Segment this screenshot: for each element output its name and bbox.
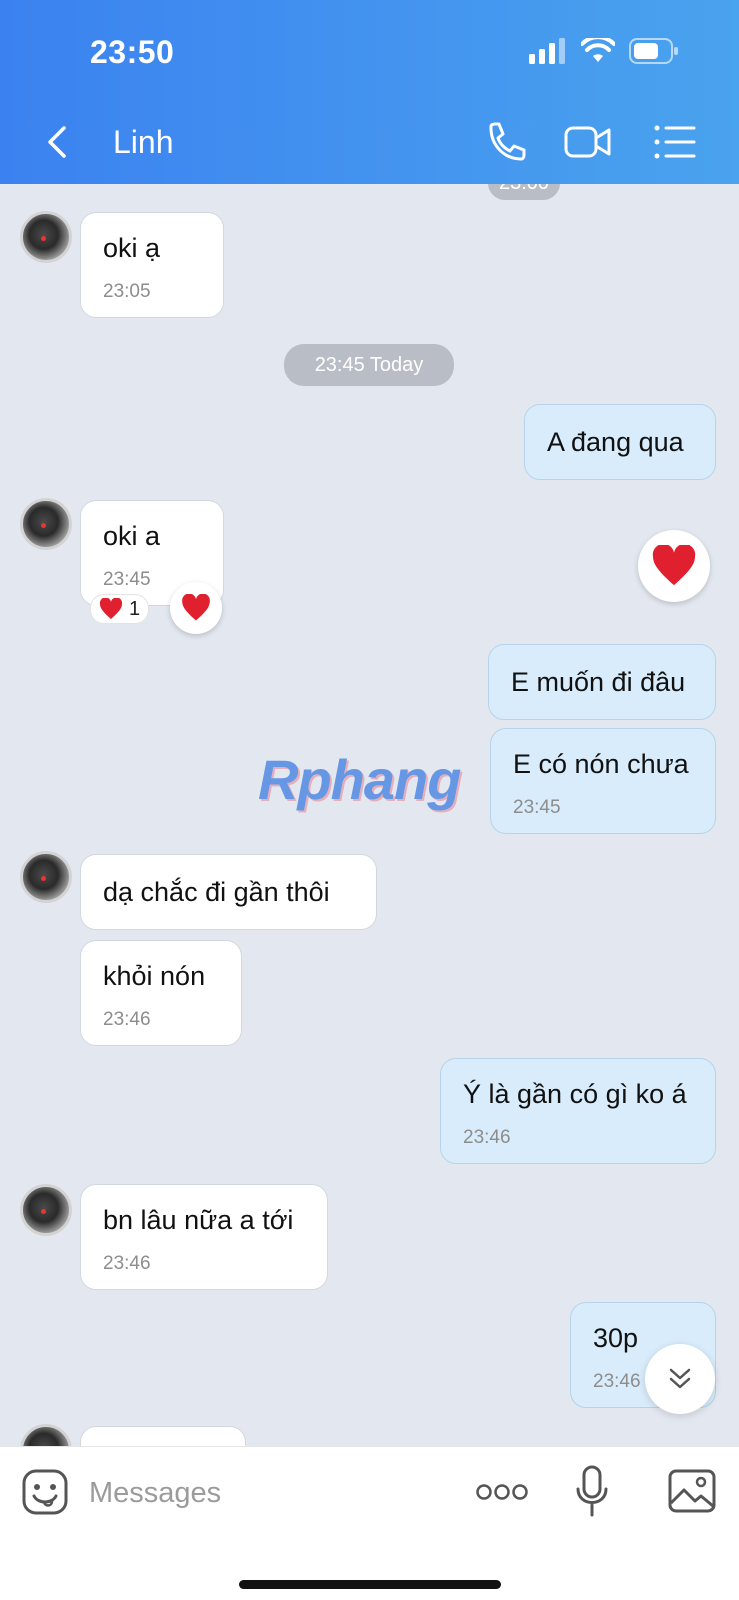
message-bubble-outgoing[interactable]: A đang qua [524,404,716,480]
image-icon[interactable] [668,1469,716,1513]
scroll-to-bottom-button[interactable] [645,1344,715,1414]
message-input-bar: Messages [0,1446,739,1600]
wifi-icon [581,38,615,62]
message-text: Ý là gần có gì ko á [463,1079,687,1109]
message-time: 23:46 [463,1127,511,1148]
message-bubble-outgoing[interactable]: E có nón chưa 23:45 [490,728,716,834]
chat-header: 23:50 Linh [0,0,739,184]
chat-title[interactable]: Linh [113,124,174,161]
message-bubble-incoming[interactable]: bn lâu nữa a tới 23:46 [80,1184,328,1290]
reaction-summary[interactable]: 1 [90,594,150,624]
nav-bar: Linh [0,110,739,174]
sticker-icon[interactable] [22,1469,68,1515]
message-text: dạ chắc đi gần thôi [103,877,330,907]
home-indicator[interactable] [239,1580,501,1589]
watermark: Rphang [258,748,461,811]
message-bubble-outgoing[interactable]: E muốn đi đâu [488,644,716,720]
heart-icon [182,594,210,621]
message-bubble-outgoing[interactable]: Ý là gần có gì ko á 23:46 [440,1058,716,1164]
quick-react-button[interactable] [638,530,710,602]
message-time: 23:45 [513,797,561,818]
phone-icon[interactable] [483,120,531,164]
avatar[interactable] [20,498,72,550]
chat-area[interactable]: 23:00 oki ạ 23:05 23:45 Today A đang qua… [0,184,739,1446]
date-separator: 23:45 Today [284,344,454,386]
more-icon[interactable] [476,1483,528,1501]
message-time: 23:46 [103,1253,151,1274]
message-bubble-incoming[interactable]: dạ chắc đi gần thôi [80,854,377,930]
message-text: E có nón chưa [513,749,689,779]
reaction-count: 1 [129,597,141,620]
message-text: oki ạ [103,233,161,263]
heart-icon [652,545,696,586]
back-icon[interactable] [38,122,78,162]
avatar[interactable] [20,1424,72,1446]
avatar[interactable] [20,1184,72,1236]
menu-list-icon[interactable] [652,120,700,164]
heart-icon [99,598,123,619]
chevron-double-down-icon [669,1368,691,1389]
message-text: khỏi nón [103,961,206,991]
message-time: 23:46 [593,1371,641,1392]
message-text: 30p [593,1323,639,1353]
message-bubble-incoming[interactable]: khỏi nón 23:46 [80,940,242,1046]
message-input[interactable]: Messages [89,1477,221,1510]
message-time: 23:45 [103,569,151,590]
status-icons [529,38,679,64]
status-time: 23:50 [90,34,175,70]
cellular-signal-icon [529,38,565,64]
battery-icon [629,38,678,64]
message-text: oki a [103,521,161,551]
microphone-icon[interactable] [575,1465,609,1517]
time-separator-partial: 23:00 [488,184,560,200]
avatar[interactable] [20,851,72,903]
message-text: A đang qua [547,427,684,457]
video-call-icon[interactable] [564,120,612,164]
avatar[interactable] [20,211,72,263]
message-text: bn lâu nữa a tới [103,1205,294,1235]
message-time: 23:46 [103,1009,151,1030]
react-button[interactable] [170,582,222,634]
message-bubble-incoming-partial[interactable] [80,1426,246,1446]
message-bubble-incoming[interactable]: oki ạ 23:05 [80,212,224,318]
message-time: 23:05 [103,281,151,302]
message-text: E muốn đi đâu [511,667,686,697]
